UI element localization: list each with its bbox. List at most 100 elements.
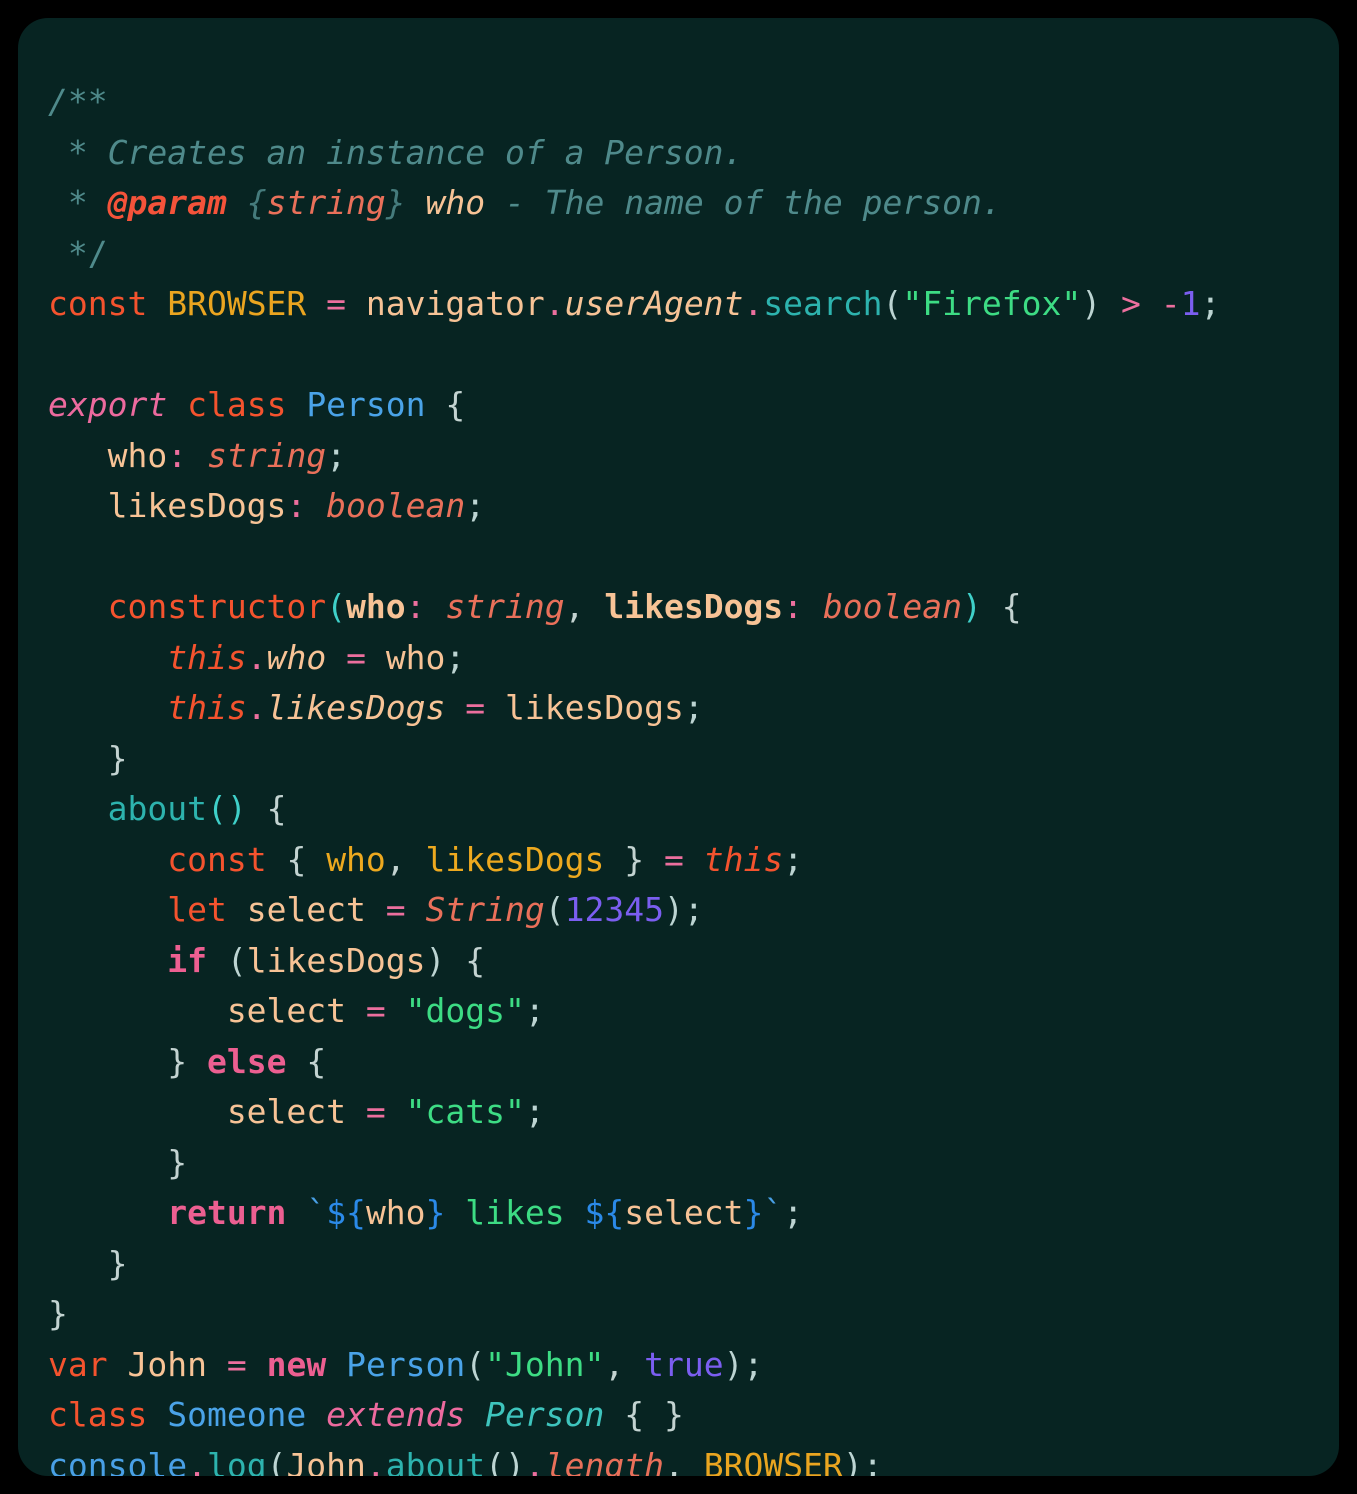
comment-open: /** [48, 82, 108, 121]
paren-close: ) [1081, 284, 1102, 323]
paren-open: ( [326, 587, 347, 626]
code-line-19: select = "dogs"; [48, 986, 1339, 1037]
property-likesdogs: likesDogs [107, 486, 287, 525]
builtin-string-constructor: String [425, 890, 545, 929]
identifier-browser: BROWSER [703, 1445, 843, 1477]
template-backtick-close: ` [763, 1193, 784, 1232]
brace-open: { [306, 1041, 327, 1081]
keyword-export: export [48, 385, 168, 424]
operator-assign: = [385, 890, 406, 929]
code-line-8: who: string; [48, 431, 1339, 482]
superclass-person: Person [485, 1395, 605, 1434]
keyword-const: const [167, 839, 267, 879]
variable-select: select [226, 991, 347, 1030]
code-line-20: } else { [48, 1037, 1339, 1088]
code-line-14: } [48, 734, 1339, 785]
keyword-var: var [48, 1344, 108, 1384]
brace-close: } [48, 1294, 68, 1333]
jsdoc-brace-open: { [246, 183, 267, 222]
comment-text-description: Creates an instance of a Person. [107, 132, 744, 172]
variable-select: select [624, 1193, 744, 1232]
semicolon: ; [524, 1092, 545, 1131]
semicolon: ; [862, 1445, 883, 1477]
jsdoc-type-string: string [266, 183, 386, 222]
code-line-15: about() { [48, 784, 1339, 835]
string-dogs: "dogs" [405, 991, 525, 1030]
keyword-const: const [48, 284, 148, 323]
property-likesdogs: likesDogs [266, 688, 446, 727]
string-cats: "cats" [405, 1092, 525, 1131]
code-line-17: let select = String(12345); [48, 885, 1339, 936]
comment-star: * [48, 183, 108, 222]
variable-likesdogs: likesDogs [505, 688, 684, 727]
dot-operator: . [743, 284, 764, 323]
method-about: about [385, 1445, 486, 1477]
brace-close: } [663, 1395, 684, 1434]
keyword-this: this [167, 637, 247, 677]
variable-select: select [246, 890, 366, 929]
paren-open: ( [266, 1445, 287, 1477]
operator-assign: = [465, 688, 486, 727]
brace-open: { [286, 839, 307, 879]
semicolon: ; [1200, 284, 1221, 323]
jsdoc-param-name: who [425, 183, 486, 222]
code-line-23: return `${who} likes ${select}`; [48, 1188, 1339, 1239]
code-block[interactable]: /** * Creates an instance of a Person. *… [18, 77, 1339, 1476]
operator-assign: = [326, 284, 347, 323]
template-expr-open: ${ [584, 1193, 625, 1232]
string-firefox: "Firefox" [902, 284, 1082, 323]
code-line-1: /** [48, 77, 1339, 128]
paren-close: ) [226, 789, 247, 828]
brace-open: { [624, 1395, 645, 1434]
paren-close: ) [842, 1445, 863, 1477]
paren-open: ( [882, 284, 903, 323]
paren-close: ) [723, 1344, 744, 1384]
code-line-26: var John = new Person("John", true); [48, 1340, 1339, 1391]
type-boolean: boolean [822, 587, 962, 626]
identifier-john: John [286, 1445, 366, 1477]
code-line-24: } [48, 1239, 1339, 1290]
code-line-6-blank [48, 330, 1339, 381]
template-literal-text: likes [445, 1193, 585, 1232]
number-one: 1 [1180, 284, 1201, 323]
identifier-john: John [127, 1344, 207, 1384]
method-about: about [107, 789, 207, 828]
comma: , [663, 1445, 684, 1477]
property-length: length [544, 1445, 664, 1477]
code-snippet-card: /** * Creates an instance of a Person. *… [18, 18, 1339, 1476]
param-likesdogs: likesDogs [604, 587, 784, 626]
keyword-constructor: constructor [107, 587, 327, 626]
semicolon: ; [465, 486, 486, 525]
code-line-4: */ [48, 229, 1339, 280]
comment-close: */ [48, 233, 108, 273]
